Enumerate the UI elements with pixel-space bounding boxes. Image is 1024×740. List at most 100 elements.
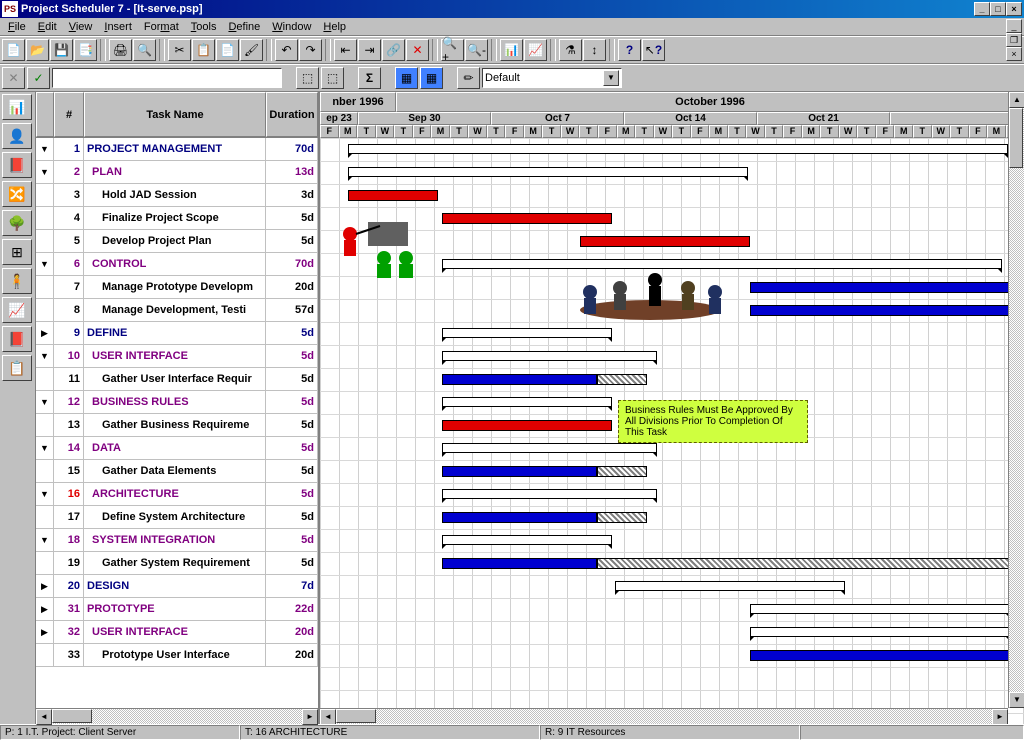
task-row[interactable]: ▶31PROTOTYPE22d bbox=[36, 598, 318, 621]
task-name[interactable]: Gather User Interface Requir bbox=[84, 368, 266, 390]
chevron-down-icon[interactable]: ▼ bbox=[603, 70, 619, 86]
week-header[interactable]: Oct 7 bbox=[491, 112, 624, 125]
menu-tools[interactable]: Tools bbox=[185, 20, 223, 34]
task-note[interactable]: Business Rules Must Be Approved By All D… bbox=[618, 400, 808, 443]
tool-b-button[interactable]: ⬚ bbox=[321, 67, 344, 89]
col-taskname[interactable]: Task Name bbox=[84, 92, 266, 137]
task-duration[interactable]: 20d bbox=[266, 276, 318, 298]
day-header[interactable]: M bbox=[987, 125, 1006, 138]
expand-toggle[interactable]: ▼ bbox=[36, 483, 54, 505]
expand-toggle[interactable]: ▶ bbox=[36, 598, 54, 620]
task-name[interactable]: CONTROL bbox=[84, 253, 266, 275]
day-header[interactable]: T bbox=[765, 125, 784, 138]
new-button[interactable]: 📄 bbox=[2, 39, 25, 61]
task-row[interactable]: ▼16ARCHITECTURE5d bbox=[36, 483, 318, 506]
menu-edit[interactable]: Edit bbox=[32, 20, 63, 34]
task-row[interactable]: 13Gather Business Requireme5d bbox=[36, 414, 318, 437]
expand-toggle[interactable] bbox=[36, 276, 54, 298]
expand-toggle[interactable] bbox=[36, 368, 54, 390]
eraser-button[interactable]: ✏ bbox=[457, 67, 480, 89]
view1-button[interactable]: ▦ bbox=[395, 67, 418, 89]
paste-button[interactable]: 📄 bbox=[216, 39, 239, 61]
accept-edit-button[interactable]: ✓ bbox=[27, 67, 50, 89]
task-row[interactable]: ▼14DATA5d bbox=[36, 437, 318, 460]
task-duration[interactable]: 20d bbox=[266, 644, 318, 666]
task-row[interactable]: ▶32USER INTERFACE20d bbox=[36, 621, 318, 644]
bar-2-summary[interactable] bbox=[348, 167, 748, 177]
expand-toggle[interactable] bbox=[36, 299, 54, 321]
sum-button[interactable]: Σ bbox=[358, 67, 381, 89]
scroll-right-icon[interactable]: ► bbox=[992, 709, 1008, 724]
task-name[interactable]: Manage Development, Testi bbox=[84, 299, 266, 321]
bar-10-summary[interactable] bbox=[442, 351, 657, 361]
month-header-2[interactable]: October 1996 bbox=[396, 92, 1024, 112]
task-duration[interactable]: 70d bbox=[266, 253, 318, 275]
context-help-button[interactable]: ↖? bbox=[642, 39, 665, 61]
day-header[interactable]: M bbox=[894, 125, 913, 138]
day-header[interactable]: F bbox=[320, 125, 339, 138]
task-name[interactable]: PROTOTYPE bbox=[84, 598, 266, 620]
task-duration[interactable]: 22d bbox=[266, 598, 318, 620]
task-name[interactable]: PLAN bbox=[84, 161, 266, 183]
redo-button[interactable]: ↷ bbox=[299, 39, 322, 61]
indent-button[interactable]: ⇥ bbox=[358, 39, 381, 61]
open-button[interactable]: 📂 bbox=[26, 39, 49, 61]
day-header[interactable]: T bbox=[820, 125, 839, 138]
expand-toggle[interactable]: ▼ bbox=[36, 253, 54, 275]
print-preview-button[interactable]: 🔍 bbox=[133, 39, 156, 61]
day-header[interactable]: W bbox=[561, 125, 580, 138]
day-header[interactable]: T bbox=[672, 125, 691, 138]
task-duration[interactable]: 5d bbox=[266, 483, 318, 505]
task-duration[interactable]: 5d bbox=[266, 529, 318, 551]
maximize-button[interactable]: □ bbox=[990, 2, 1006, 16]
palette-calendar-icon[interactable]: 📕 bbox=[2, 152, 32, 178]
week-header[interactable]: ep 23 bbox=[320, 112, 358, 125]
palette-sheet-icon[interactable]: 📋 bbox=[2, 355, 32, 381]
expand-toggle[interactable] bbox=[36, 644, 54, 666]
palette-person-icon[interactable]: 🧍 bbox=[2, 268, 32, 294]
day-header[interactable]: T bbox=[728, 125, 747, 138]
sort-button[interactable]: ↕ bbox=[583, 39, 606, 61]
bar-11[interactable] bbox=[442, 374, 597, 385]
expand-toggle[interactable]: ▼ bbox=[36, 437, 54, 459]
task-name[interactable]: Gather System Requirement bbox=[84, 552, 266, 574]
bar-17[interactable] bbox=[442, 512, 597, 523]
bar-11-slack[interactable] bbox=[597, 374, 647, 385]
task-row[interactable]: ▼2PLAN13d bbox=[36, 161, 318, 184]
expand-toggle[interactable] bbox=[36, 414, 54, 436]
task-name[interactable]: PROJECT MANAGEMENT bbox=[84, 138, 266, 160]
task-row[interactable]: 7Manage Prototype Developm20d bbox=[36, 276, 318, 299]
task-duration[interactable]: 5d bbox=[266, 345, 318, 367]
day-header[interactable]: T bbox=[487, 125, 506, 138]
bar-32-summary[interactable] bbox=[750, 627, 1010, 637]
bar-8[interactable] bbox=[750, 305, 1010, 316]
expand-toggle[interactable]: ▼ bbox=[36, 345, 54, 367]
day-header[interactable]: T bbox=[913, 125, 932, 138]
task-duration[interactable]: 20d bbox=[266, 621, 318, 643]
task-name[interactable]: Finalize Project Scope bbox=[84, 207, 266, 229]
day-header[interactable]: F bbox=[969, 125, 988, 138]
day-header[interactable]: M bbox=[802, 125, 821, 138]
bar-20-summary[interactable] bbox=[615, 581, 845, 591]
day-header[interactable]: W bbox=[932, 125, 951, 138]
bar-7[interactable] bbox=[750, 282, 1010, 293]
day-header[interactable]: T bbox=[950, 125, 969, 138]
day-header[interactable]: W bbox=[376, 125, 395, 138]
task-row[interactable]: 19Gather System Requirement5d bbox=[36, 552, 318, 575]
scroll-down-icon[interactable]: ▼ bbox=[1009, 692, 1024, 708]
task-duration[interactable]: 5d bbox=[266, 414, 318, 436]
outdent-button[interactable]: ⇤ bbox=[334, 39, 357, 61]
task-name[interactable]: USER INTERFACE bbox=[84, 345, 266, 367]
zoom-out-button[interactable]: 🔍- bbox=[465, 39, 488, 61]
task-row[interactable]: ▼18SYSTEM INTEGRATION5d bbox=[36, 529, 318, 552]
task-row[interactable]: ▼1PROJECT MANAGEMENT70d bbox=[36, 138, 318, 161]
bar-17-slack[interactable] bbox=[597, 512, 647, 523]
bar-31-summary[interactable] bbox=[750, 604, 1010, 614]
bar-4[interactable] bbox=[442, 213, 612, 224]
week-header[interactable]: Sep 30 bbox=[358, 112, 491, 125]
week-header[interactable]: Oct 14 bbox=[624, 112, 757, 125]
view2-button[interactable]: ▦ bbox=[420, 67, 443, 89]
task-duration[interactable]: 5d bbox=[266, 368, 318, 390]
bar-33[interactable] bbox=[750, 650, 1010, 661]
day-header[interactable]: F bbox=[876, 125, 895, 138]
